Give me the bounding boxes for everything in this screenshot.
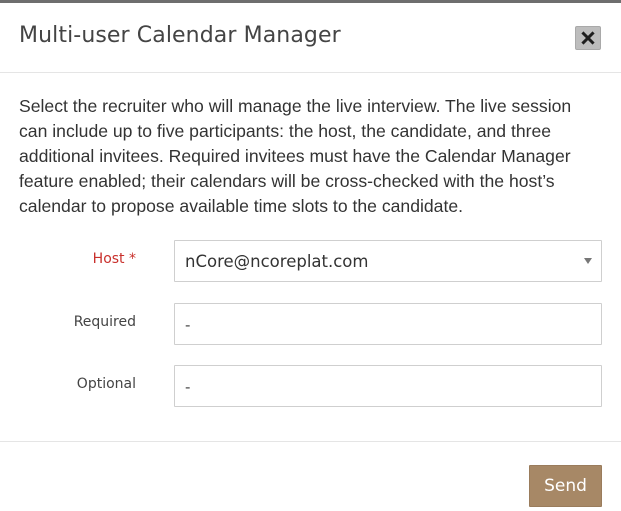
dialog-body: Select the recruiter who will manage the…	[0, 73, 621, 442]
dialog-footer: Send	[0, 442, 621, 511]
optional-row: Optional	[0, 365, 621, 407]
send-button[interactable]: Send	[529, 465, 602, 507]
dialog-header: Multi-user Calendar Manager	[0, 3, 621, 73]
close-icon	[581, 31, 595, 45]
chevron-down-icon	[584, 258, 592, 264]
host-label: Host *	[92, 251, 136, 267]
dialog-description: Select the recruiter who will manage the…	[19, 96, 572, 216]
host-selected-value: nCore@ncoreplat.com	[185, 251, 369, 271]
host-select[interactable]: nCore@ncoreplat.com	[174, 240, 602, 282]
required-invitees-input[interactable]	[174, 303, 602, 345]
close-button[interactable]	[575, 26, 601, 50]
calendar-manager-dialog: Multi-user Calendar Manager Select the r…	[0, 0, 621, 511]
host-row: Host * nCore@ncoreplat.com	[0, 240, 621, 282]
optional-label: Optional	[76, 376, 136, 392]
required-row: Required	[0, 303, 621, 345]
optional-invitees-input[interactable]	[174, 365, 602, 407]
required-label: Required	[73, 314, 136, 330]
dialog-title: Multi-user Calendar Manager	[19, 23, 341, 48]
